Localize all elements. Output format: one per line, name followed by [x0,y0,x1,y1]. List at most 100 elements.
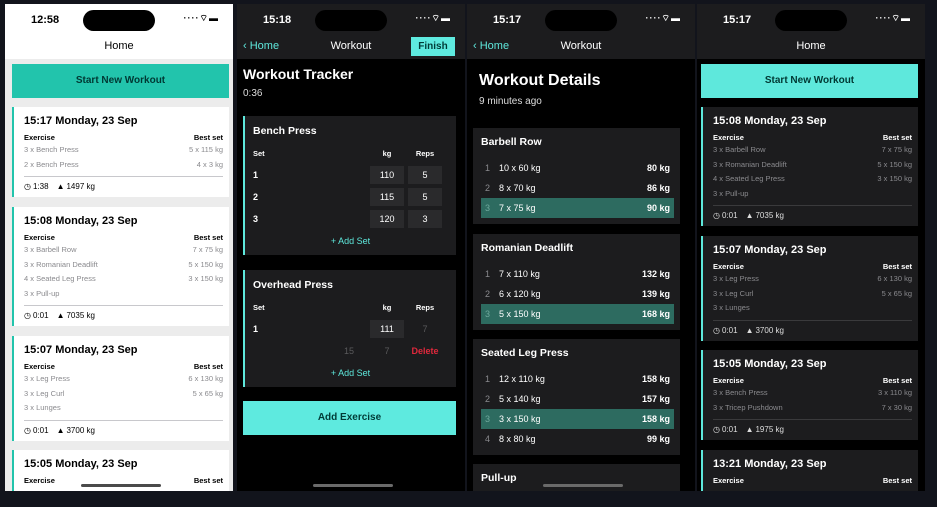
home-indicator[interactable] [313,484,393,487]
workout-card[interactable]: 15:05 Monday, 23 Sep Exercise Best set 3 … [701,350,918,440]
card-footer: ◷ 0:01 ▲ 7035 kg [713,205,912,220]
start-new-workout-button[interactable]: Start New Workout [12,64,229,98]
workout-card[interactable]: 13:21 Monday, 23 Sep Exercise Best set [701,450,918,491]
page-title: Workout Details [479,72,601,89]
nav-bar: Home [5,36,233,59]
exercise-name: 3 x Pull-up [713,188,749,198]
exercise-name: 3 x Bench Press [24,145,79,154]
set-header: Set kg Reps [253,303,448,312]
workout-card-title: 15:08 Monday, 23 Sep [713,115,827,127]
reps-input[interactable]: 3 [408,210,442,228]
set-value: 7 x 75 kg [499,203,536,213]
exercise-name: Overhead Press [253,279,333,291]
weight-icon: ▲ [56,425,65,435]
kg-input[interactable]: 120 [370,210,404,228]
signal-wifi-battery-icon: ····⌔▬ [415,13,451,23]
exercise-row: 3 x Lunges [713,303,912,318]
exercise-name: Barbell Row [481,136,542,148]
set-index: 1 [485,374,491,384]
card-header: Exercise Best set [24,133,223,142]
workout-card[interactable]: 15:08 Monday, 23 Sep Exercise Best set 3 … [12,207,229,326]
duration: 1:38 [32,182,49,191]
page-title: Workout Tracker [243,66,354,82]
exercise-name: 3 x Tricep Pushdown [713,402,783,412]
exercise-row: 3 x Pull-up [713,189,912,204]
set-value: 8 x 70 kg [499,183,536,193]
set-best: 139 kg [641,289,670,299]
total-weight: 7035 kg [66,311,95,320]
home-indicator[interactable] [543,484,623,487]
kg-header-label: kg [382,303,392,312]
weight-icon: ▲ [745,325,754,335]
exercise-row: 3 x Leg Press 6 x 130 kg [24,374,223,389]
signal-wifi-battery-icon: ····⌔▬ [183,13,219,23]
best-set-header: Best set [193,362,223,371]
add-exercise-button[interactable]: Add Exercise [243,401,456,435]
set-index: 3 [485,309,491,319]
workout-card-title: 15:17 Monday, 23 Sep [24,115,138,127]
best-set-header: Best set [882,476,912,485]
detail-row: 2 5 x 140 kg 157 kg [481,389,674,409]
set-best: 90 kg [646,203,670,213]
nav-bar: ‹ Home Workout Finish [237,36,465,59]
best-set: 4 x 3 kg [196,159,223,169]
start-new-workout-button[interactable]: Start New Workout [701,64,918,98]
best-set-header: Best set [882,262,912,271]
exercise-header: Exercise [713,262,744,271]
duration: 0:01 [32,311,49,320]
set-value: 10 x 60 kg [499,163,541,173]
exercise-header: Exercise [24,476,55,485]
page-title: Home [796,40,826,52]
duration: 0:01 [721,211,738,220]
signal-wifi-battery-icon: ····⌔▬ [875,13,911,23]
best-set: 5 x 150 kg [877,159,912,169]
status-bar: 15:18 ····⌔▬ [237,4,465,36]
best-set: 3 x 150 kg [188,274,223,283]
exercise-name: 4 x Seated Leg Press [24,274,96,283]
card-footer: ◷ 0:01 ▲ 3700 kg [713,319,912,335]
workout-card[interactable]: 15:08 Monday, 23 Sep Exercise Best set 3 … [701,107,918,226]
reps-input[interactable]: 5 [408,188,442,206]
best-set: 3 x 110 kg [877,388,912,397]
set-value: 6 x 120 kg [499,289,541,299]
exercise-row: 3 x Lunges [24,403,223,418]
reps-input[interactable]: 5 [408,166,442,184]
kg-input[interactable]: 111 [370,320,404,338]
exercise-name: 3 x Barbell Row [713,145,766,154]
exercise-header: Exercise [24,133,55,142]
home-indicator[interactable] [81,484,161,487]
exercise-row: 3 x Bench Press 5 x 115 kg [24,145,223,160]
delete-button[interactable]: Delete [406,346,444,356]
card-footer: ◷ 0:01 ▲ 7035 kg [24,305,223,320]
workout-card[interactable]: 15:17 Monday, 23 Sep Exercise Best set 3 … [12,107,229,197]
detail-block-barbell-row: Barbell Row 1 10 x 60 kg 80 kg 2 8 x 70 kg 8… [473,128,680,224]
exercise-row: 3 x Barbell Row 7 x 75 kg [713,145,912,160]
elapsed-time: 0:36 [243,88,263,99]
reps-input[interactable]: 7 [408,320,442,338]
detail-row: 4 8 x 80 kg 99 kg [481,429,674,449]
kg-input[interactable]: 110 [370,166,404,184]
exercise-name: 3 x Leg Press [713,274,759,283]
total-weight: 1497 kg [66,182,95,191]
kg-input[interactable]: 115 [370,188,404,206]
workout-card[interactable]: 15:07 Monday, 23 Sep Exercise Best set 3 … [12,336,229,441]
detail-block-romanian-deadlift: Romanian Deadlift 1 7 x 110 kg 132 kg 2 6 x… [473,234,680,330]
set-index: 3 [485,414,491,424]
best-set: 7 x 75 kg [192,245,223,254]
kg-header-label: kg [382,149,392,158]
exercise-header: Exercise [713,476,744,485]
weight-icon: ▲ [56,182,65,191]
status-bar: 12:58 ····⌔▬ [5,4,233,36]
clock-icon: ◷ [713,425,720,434]
exercise-row: 3 x Pull-up [24,289,223,304]
finish-button[interactable]: Finish [411,37,455,56]
exercise-name: 3 x Leg Curl [713,288,754,298]
clock-icon: ◷ [24,311,31,320]
workout-card[interactable]: 15:07 Monday, 23 Sep Exercise Best set 3 … [701,236,918,341]
set-best: 158 kg [641,374,670,384]
exercise-row: 3 x Bench Press 3 x 110 kg [713,388,912,403]
add-set-button[interactable]: + Add Set [253,236,448,246]
best-set: 6 x 130 kg [188,374,223,383]
add-set-button[interactable]: + Add Set [253,368,448,378]
exercise-name: 3 x Leg Press [24,374,70,383]
